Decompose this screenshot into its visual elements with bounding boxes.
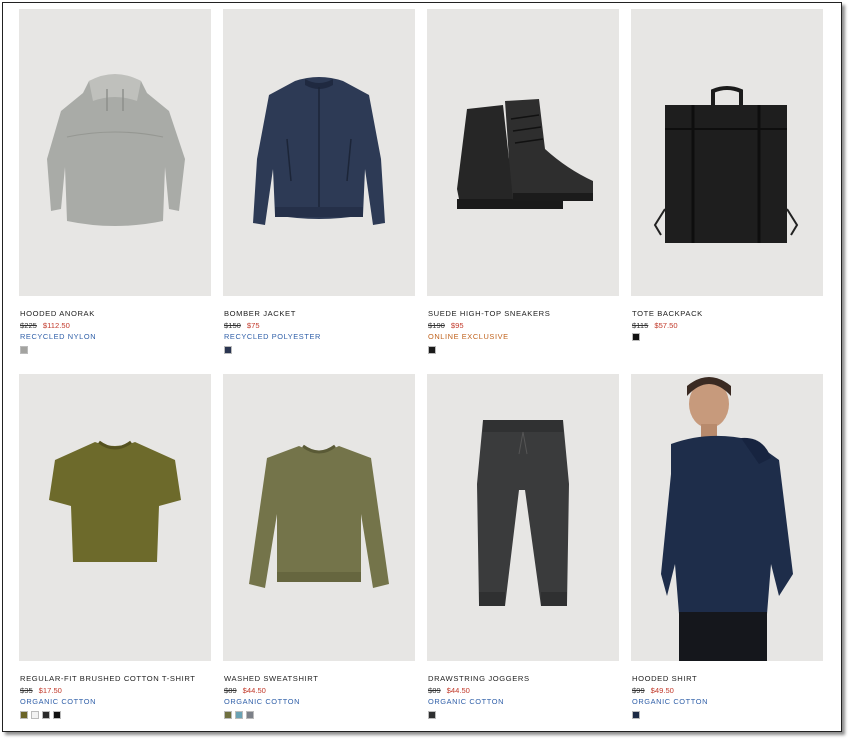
product-image[interactable] [223,9,415,296]
product-card[interactable]: SUEDE HIGH-TOP SNEAKERS $190 $95 ONLINE E… [427,9,619,374]
sale-price: $75 [246,321,260,330]
product-tag: ORGANIC COTTON [20,697,97,706]
product-name[interactable]: HOODED ANORAK [20,309,95,318]
color-swatch[interactable] [428,711,436,719]
product-name[interactable]: DRAWSTRING JOGGERS [428,674,530,683]
color-swatches [224,346,232,354]
backpack-image [653,86,799,243]
product-name[interactable]: BOMBER JACKET [224,309,296,318]
sale-price: $57.50 [654,321,678,330]
color-swatches [224,711,254,719]
product-image[interactable] [427,374,619,661]
price-row: $150 $75 [224,321,260,330]
original-price: $99 [632,686,645,695]
price-row: $89 $44.50 [224,686,266,695]
price-row: $89 $44.50 [428,686,470,695]
color-swatch[interactable] [20,711,28,719]
product-tag: ONLINE EXCLUSIVE [428,332,509,341]
sweatshirt-image [249,444,389,588]
color-swatches [20,346,28,354]
product-card[interactable]: REGULAR-FIT BRUSHED COTTON T-SHIRT $35 $1… [19,374,211,731]
product-card[interactable]: WASHED SWEATSHIRT $89 $44.50 ORGANIC COTT… [223,374,415,731]
sale-price: $44.50 [446,686,470,695]
original-price: $89 [224,686,237,695]
product-card[interactable]: HOODED ANORAK $225 $112.50 RECYCLED NYLON [19,9,211,374]
color-swatch[interactable] [31,711,39,719]
product-tag: RECYCLED NYLON [20,332,97,341]
sale-price: $112.50 [42,321,70,330]
color-swatches [20,711,61,719]
price-row: $99 $49.50 [632,686,674,695]
product-image[interactable] [19,9,211,296]
sale-price: $44.50 [242,686,266,695]
color-swatch[interactable] [428,346,436,354]
color-swatch[interactable] [224,346,232,354]
color-swatches [428,346,436,354]
color-swatch[interactable] [632,711,640,719]
color-swatch[interactable] [246,711,254,719]
color-swatch[interactable] [224,711,232,719]
anorak-image [47,74,185,226]
color-swatch[interactable] [42,711,50,719]
product-image[interactable] [223,374,415,661]
original-price: $150 [224,321,241,330]
sneakers-image [457,99,593,209]
product-name[interactable]: TOTE BACKPACK [632,309,703,318]
product-tag: ORGANIC COTTON [632,697,709,706]
product-image[interactable] [427,9,619,296]
color-swatches [632,333,640,341]
original-price: $190 [428,321,445,330]
color-swatch[interactable] [20,346,28,354]
product-tag: ORGANIC COTTON [224,697,301,706]
price-row: $190 $95 [428,321,464,330]
product-image[interactable] [19,374,211,661]
price-row: $225 $112.50 [20,321,70,330]
product-grid: HOODED ANORAK $225 $112.50 RECYCLED NYLON… [19,9,823,731]
color-swatch[interactable] [235,711,243,719]
sale-price: $95 [450,321,464,330]
product-tag: RECYCLED POLYESTER [224,332,321,341]
original-price: $35 [20,686,33,695]
bomber-jacket-image [253,77,385,225]
product-card[interactable]: HOODED SHIRT $99 $49.50 ORGANIC COTTON [631,374,823,731]
original-price: $225 [20,321,37,330]
product-name[interactable]: WASHED SWEATSHIRT [224,674,318,683]
color-swatches [632,711,640,719]
color-swatches [428,711,436,719]
product-card[interactable]: TOTE BACKPACK $115 $57.50 [631,9,823,374]
product-image[interactable] [631,374,823,661]
sale-price: $17.50 [38,686,62,695]
product-image[interactable] [631,9,823,296]
color-swatch[interactable] [53,711,61,719]
sale-price: $49.50 [650,686,674,695]
joggers-image [477,420,569,606]
product-card[interactable]: DRAWSTRING JOGGERS $89 $44.50 ORGANIC COT… [427,374,619,731]
product-name[interactable]: SUEDE HIGH-TOP SNEAKERS [428,309,550,318]
price-row: $115 $57.50 [632,321,678,330]
product-grid-page: HOODED ANORAK $225 $112.50 RECYCLED NYLON… [2,2,842,732]
original-price: $115 [632,321,649,330]
color-swatch[interactable] [632,333,640,341]
product-card[interactable]: BOMBER JACKET $150 $75 RECYCLED POLYESTER [223,9,415,374]
product-name[interactable]: REGULAR-FIT BRUSHED COTTON T-SHIRT [20,674,196,683]
product-name[interactable]: HOODED SHIRT [632,674,697,683]
product-tag: ORGANIC COTTON [428,697,505,706]
price-row: $35 $17.50 [20,686,62,695]
hooded-shirt-image [661,377,793,661]
original-price: $89 [428,686,441,695]
tshirt-image [49,440,181,562]
